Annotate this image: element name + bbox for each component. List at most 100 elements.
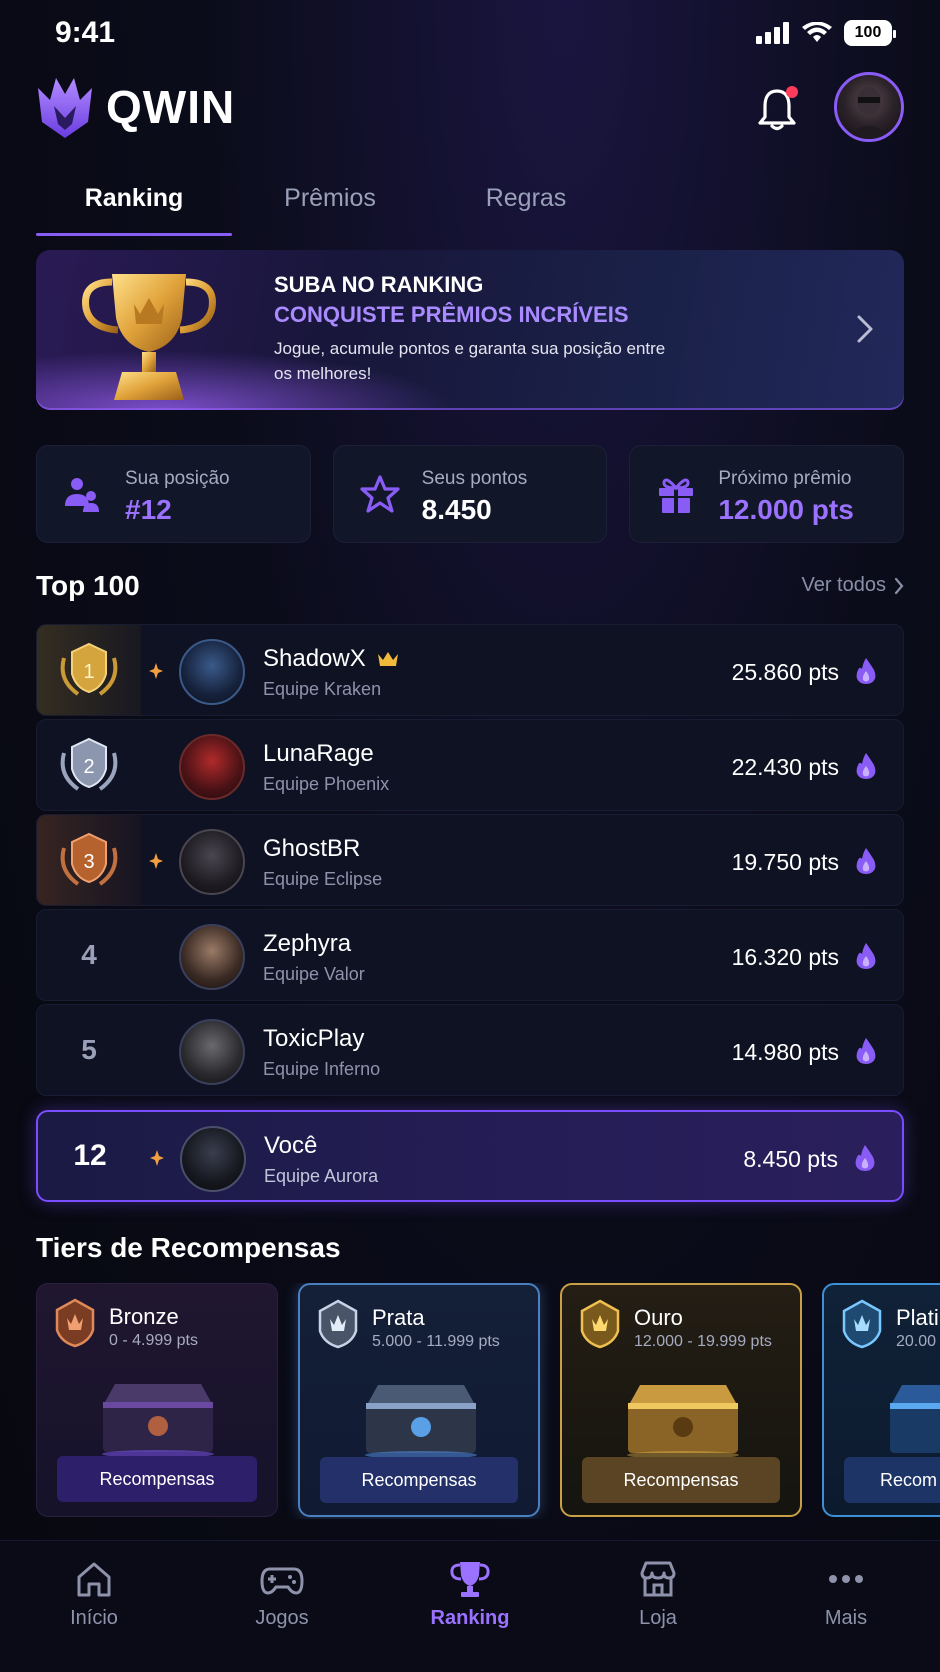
logo[interactable]: QWIN — [36, 74, 235, 140]
app-header: QWIN — [36, 72, 904, 148]
ranking-list: 1 ShadowX Equipe Kraken 25.860 pts 2 Lun… — [36, 624, 904, 1099]
fire-icon — [856, 1038, 876, 1064]
user-avatar[interactable] — [834, 72, 904, 142]
player-name-text: ToxicPlay — [263, 1025, 365, 1052]
chevron-right-icon — [857, 315, 873, 343]
player-name-text: Zephyra — [263, 930, 352, 957]
stat-label: Sua posição — [125, 468, 230, 489]
rank-number: 2 — [83, 756, 94, 778]
nav-loja[interactable]: Loja — [583, 1559, 733, 1672]
see-all-link[interactable]: Ver todos — [801, 574, 904, 597]
fire-icon — [856, 848, 876, 874]
player-points: 14.980 pts — [731, 1039, 839, 1065]
notification-button[interactable] — [750, 82, 804, 136]
tier-range: 12.000 - 19.999 pts — [634, 1333, 772, 1350]
stat-label: Seus pontos — [421, 468, 528, 489]
avatar-figure-icon — [845, 87, 893, 139]
rank-badge: 4 — [37, 910, 141, 1000]
spark-icon — [149, 663, 163, 679]
fire-icon — [856, 753, 876, 779]
ranking-row[interactable]: 1 ShadowX Equipe Kraken 25.860 pts — [36, 624, 904, 716]
star-icon — [360, 475, 400, 513]
player-points: 19.750 pts — [731, 849, 839, 875]
home-icon — [77, 1562, 111, 1597]
nav-label: Ranking — [430, 1607, 510, 1629]
stat-points: Seus pontos 8.450 — [332, 445, 608, 543]
player-team: Equipe Aurora — [264, 1166, 379, 1186]
bronze-medal-icon: 3 — [60, 832, 118, 886]
player-name: Você — [264, 1132, 317, 1160]
tier-card-bronze[interactable]: Bronze 0 - 4.999 pts Recompensas — [36, 1283, 278, 1517]
stat-value: 12.000 pts — [718, 494, 854, 525]
section-title: Tiers de Recompensas — [36, 1232, 341, 1263]
banner-title: SUBA NO RANKING — [274, 272, 484, 297]
promo-banner[interactable]: SUBA NO RANKING CONQUISTE PRÊMIOS INCRÍV… — [36, 250, 904, 410]
nav-mais[interactable]: Mais — [771, 1559, 921, 1672]
ranking-row[interactable]: 3 GhostBR Equipe Eclipse 19.750 pts — [36, 814, 904, 906]
rewards-button[interactable]: Recompensas — [320, 1457, 518, 1503]
rewards-button[interactable]: Recom — [844, 1457, 940, 1503]
nav-ranking[interactable]: Ranking — [395, 1559, 545, 1672]
tiers-carousel[interactable]: Bronze 0 - 4.999 pts Recompensas Prata 5… — [36, 1283, 940, 1519]
player-avatar — [180, 1126, 246, 1192]
player-team: Equipe Inferno — [263, 1059, 381, 1079]
rank-number: 1 — [83, 661, 94, 683]
tier-card-platinum[interactable]: Plati 20.00 Recom — [822, 1283, 940, 1517]
player-name: LunaRage — [263, 740, 374, 768]
ranking-row[interactable]: 2 LunaRage Equipe Phoenix 22.430 pts — [36, 719, 904, 811]
player-points: 8.450 pts — [743, 1146, 838, 1172]
player-team: Equipe Phoenix — [263, 774, 390, 794]
notification-dot — [786, 86, 798, 98]
my-ranking-row[interactable]: 12 Você Equipe Aurora 8.450 pts — [36, 1110, 904, 1202]
player-name: Zephyra — [263, 930, 351, 958]
banner-subtitle: CONQUISTE PRÊMIOS INCRÍVEIS — [274, 302, 629, 327]
rewards-button[interactable]: Recompensas — [57, 1456, 257, 1502]
player-team: Equipe Valor — [263, 964, 365, 984]
tier-card-silver[interactable]: Prata 5.000 - 11.999 pts Recompensas — [298, 1283, 540, 1517]
ranking-row[interactable]: 5 ToxicPlay Equipe Inferno 14.980 pts — [36, 1004, 904, 1096]
crown-icon — [377, 652, 398, 666]
tier-card-gold[interactable]: Ouro 12.000 - 19.999 pts Recompensas — [560, 1283, 802, 1517]
nav-label: Mais — [824, 1607, 868, 1629]
nav-inicio[interactable]: Início — [19, 1559, 169, 1672]
chest-icon — [890, 1385, 940, 1453]
player-team: Equipe Eclipse — [263, 869, 383, 889]
player-avatar — [179, 639, 245, 705]
stats-row: Sua posição #12 Seus pontos 8.450 Próxim… — [36, 445, 905, 543]
player-name: ToxicPlay — [263, 1025, 364, 1053]
nav-label: Jogos — [255, 1607, 309, 1629]
spark-icon — [150, 1150, 164, 1166]
banner-description: Jogue, acumule pontos e garanta sua posi… — [274, 339, 666, 383]
tab-regras[interactable]: Regras — [428, 176, 624, 236]
gamepad-icon — [260, 1567, 304, 1595]
player-name-text: ShadowX — [263, 645, 366, 672]
store-icon — [640, 1561, 676, 1597]
stat-label: Próximo prêmio — [718, 468, 852, 489]
player-name-text: LunaRage — [263, 740, 374, 767]
signal-icon — [756, 22, 789, 44]
chevron-right-icon — [894, 577, 904, 594]
player-name-text: GhostBR — [263, 835, 361, 862]
tier-range: 20.00 — [896, 1333, 937, 1350]
ranking-row[interactable]: 4 Zephyra Equipe Valor 16.320 pts — [36, 909, 904, 1001]
tab-premios[interactable]: Prêmios — [232, 176, 428, 236]
tab-ranking[interactable]: Ranking — [36, 176, 232, 236]
top100-header: Top 100 Ver todos — [36, 570, 904, 610]
trophy-icon — [82, 274, 216, 400]
user-group-icon — [65, 478, 99, 512]
chest-icon — [102, 1384, 214, 1458]
player-points: 25.860 pts — [731, 659, 839, 685]
stat-value: #12 — [125, 494, 172, 525]
silver-medal-icon: 2 — [60, 737, 118, 791]
nav-label: Início — [70, 1607, 118, 1629]
rank-badge: 1 — [37, 625, 141, 715]
tier-name: Ouro — [634, 1305, 683, 1330]
gold-medal-icon: 1 — [60, 642, 118, 696]
wifi-icon — [802, 22, 832, 42]
player-avatar — [179, 734, 245, 800]
crown-logo-icon — [38, 78, 92, 138]
rewards-button[interactable]: Recompensas — [582, 1457, 780, 1503]
nav-label: Loja — [639, 1607, 677, 1629]
nav-jogos[interactable]: Jogos — [207, 1559, 357, 1672]
player-team: Equipe Kraken — [263, 679, 382, 699]
